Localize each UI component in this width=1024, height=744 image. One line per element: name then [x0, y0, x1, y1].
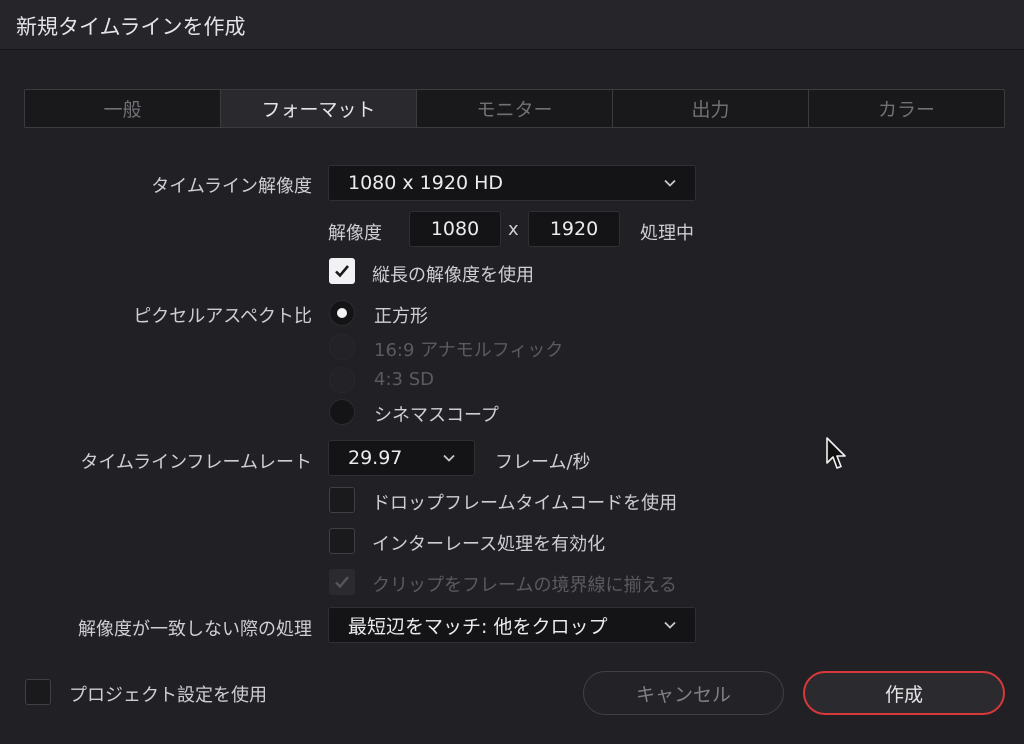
- vertical-resolution-checkbox[interactable]: [329, 258, 355, 284]
- aspect-square-radio[interactable]: [329, 300, 355, 326]
- mismatch-value: 最短辺をマッチ: 他をクロップ: [348, 615, 608, 638]
- dropframe-label: ドロップフレームタイムコードを使用: [372, 493, 678, 514]
- checkmark-icon: [335, 265, 349, 278]
- mismatch-dropdown[interactable]: 最短辺をマッチ: 他をクロップ: [328, 607, 696, 643]
- chevron-down-icon: [443, 454, 455, 462]
- custom-resolution-label: 解像度: [328, 223, 382, 244]
- conform-label: クリップをフレームの境界線に揃える: [372, 575, 677, 596]
- aspect-anamorphic-label: 16:9 アナモルフィック: [374, 340, 564, 361]
- tab-bar: 一般 フォーマット モニター 出力 カラー: [24, 89, 1005, 128]
- interlace-checkbox[interactable]: [329, 528, 355, 554]
- aspect-cinemascope-radio[interactable]: [329, 399, 355, 425]
- mismatch-label: 解像度が一致しない際の処理: [78, 619, 312, 640]
- times-separator: x: [508, 219, 519, 240]
- interlace-label: インターレース処理を有効化: [372, 534, 606, 555]
- mouse-cursor-icon: [826, 437, 846, 469]
- resolution-label: タイムライン解像度: [151, 176, 312, 197]
- title-bar: 新規タイムラインを作成: [0, 0, 1024, 50]
- framerate-value: 29.97: [348, 447, 403, 469]
- aspect-sd-label: 4:3 SD: [374, 369, 434, 390]
- width-input[interactable]: 1080: [409, 211, 501, 247]
- aspect-square-label: 正方形: [374, 306, 428, 327]
- project-settings-label: プロジェクト設定を使用: [69, 685, 267, 706]
- conform-checkbox: [329, 569, 355, 595]
- aspect-cinemascope-label: シネマスコープ: [374, 405, 499, 426]
- aspect-ratio-label: ピクセルアスペクト比: [133, 306, 312, 327]
- tab-monitor[interactable]: モニター: [417, 90, 613, 127]
- tab-general[interactable]: 一般: [25, 90, 221, 127]
- tab-color[interactable]: カラー: [809, 90, 1004, 127]
- checkmark-icon: [335, 576, 349, 589]
- framerate-label: タイムラインフレームレート: [80, 452, 312, 473]
- tab-output[interactable]: 出力: [613, 90, 809, 127]
- resolution-dropdown[interactable]: 1080 x 1920 HD: [328, 165, 696, 201]
- chevron-down-icon: [664, 179, 676, 187]
- dropframe-checkbox[interactable]: [329, 487, 355, 513]
- framerate-unit: フレーム/秒: [495, 452, 591, 473]
- aspect-anamorphic-radio: [329, 334, 355, 360]
- framerate-dropdown[interactable]: 29.97: [328, 440, 475, 476]
- tab-format[interactable]: フォーマット: [221, 90, 417, 127]
- dialog-title: 新規タイムラインを作成: [16, 15, 246, 39]
- aspect-sd-radio: [329, 367, 355, 393]
- processing-label: 処理中: [640, 223, 694, 244]
- chevron-down-icon: [664, 621, 676, 629]
- create-button[interactable]: 作成: [803, 671, 1005, 715]
- resolution-value: 1080 x 1920 HD: [348, 172, 503, 194]
- project-settings-checkbox[interactable]: [25, 679, 51, 705]
- vertical-resolution-label: 縦長の解像度を使用: [372, 265, 534, 286]
- cancel-button[interactable]: キャンセル: [583, 671, 784, 715]
- height-input[interactable]: 1920: [528, 211, 620, 247]
